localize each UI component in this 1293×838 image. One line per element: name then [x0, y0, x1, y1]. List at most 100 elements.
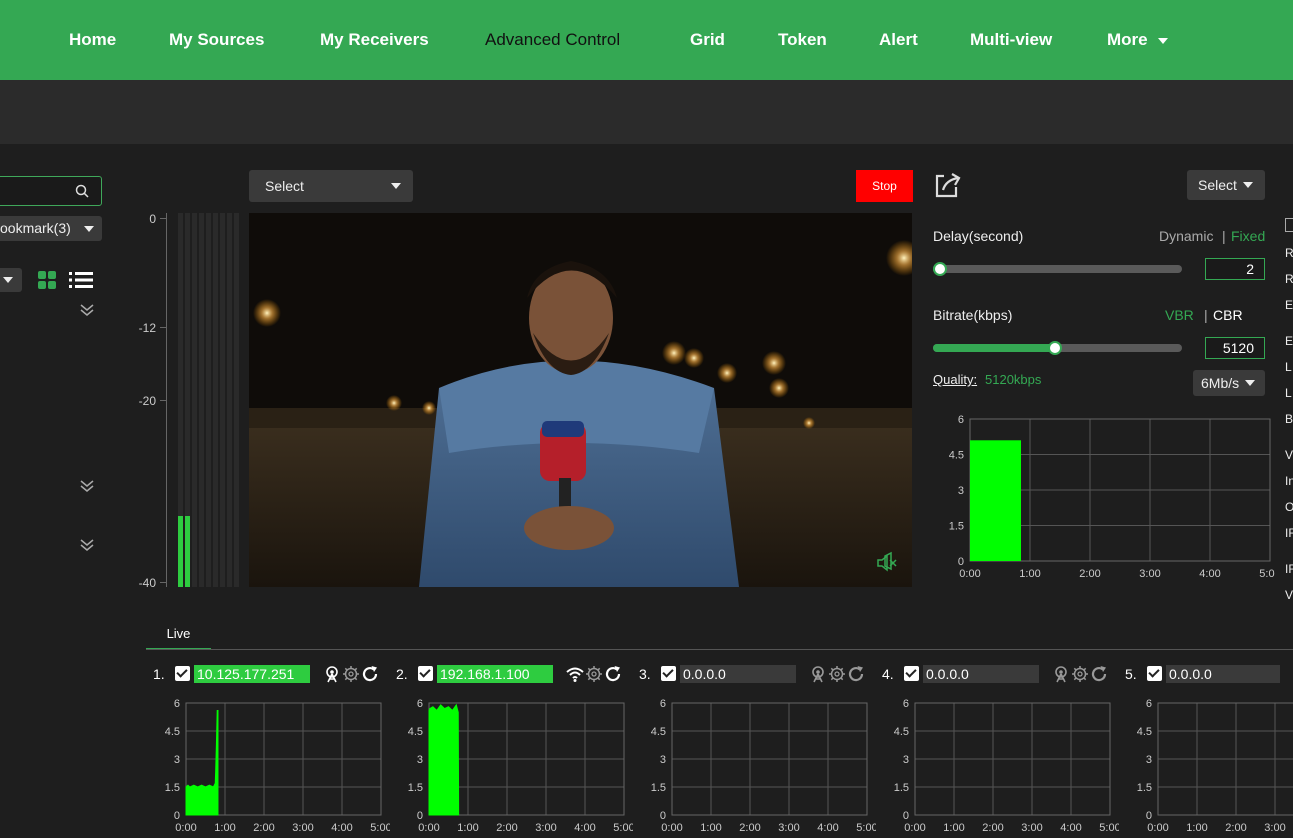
bitrate-mode-cbr[interactable]: CBR — [1213, 307, 1243, 323]
nav-advanced-control[interactable]: Advanced Control — [485, 30, 620, 50]
live-video[interactable] — [249, 213, 912, 587]
bitrate-area — [428, 703, 460, 816]
x-tick-label: 3:00 — [778, 822, 799, 834]
cut-checkbox[interactable] — [1285, 218, 1293, 232]
y-tick-label: 6 — [174, 698, 180, 710]
source-select[interactable]: Select — [249, 170, 413, 202]
vu-tick-12: -12 — [138, 321, 156, 335]
gear-icon[interactable] — [1071, 665, 1089, 683]
grid-view-icon[interactable] — [38, 271, 56, 289]
bitrate-slider-handle[interactable] — [1048, 341, 1062, 355]
nav-token[interactable]: Token — [778, 30, 827, 50]
y-tick-label: 3 — [417, 754, 423, 766]
receiver-ip[interactable]: 10.125.177.251 — [194, 665, 310, 683]
receiver-ip[interactable]: 0.0.0.0 — [923, 665, 1039, 683]
chart-grid — [914, 702, 1111, 816]
x-tick-label: 5:00 — [613, 822, 633, 834]
tab-live[interactable]: Live — [146, 626, 211, 650]
bitrate-bar — [970, 440, 1021, 561]
chevron-down-icon — [391, 183, 401, 189]
x-tick-label: 0:00 — [175, 822, 196, 834]
cut-letter: E — [1285, 298, 1293, 312]
receiver-checkbox[interactable] — [1147, 666, 1162, 681]
receiver-checkbox[interactable] — [661, 666, 676, 681]
y-tick-label: 3 — [958, 485, 964, 497]
expand-chevron-icon[interactable] — [80, 480, 94, 492]
bitrate-mode-vbr[interactable]: VBR — [1165, 307, 1194, 323]
bookmark-dropdown[interactable]: ookmark(3) — [0, 216, 102, 241]
receiver-number: 3. — [639, 666, 651, 682]
x-tick-label: 5:00 — [856, 822, 876, 834]
receiver-ip[interactable]: 0.0.0.0 — [1166, 665, 1280, 683]
receiver-ip[interactable]: 192.168.1.100 — [437, 665, 553, 683]
x-tick-label: 2:00 — [496, 822, 517, 834]
nav-home[interactable]: Home — [69, 30, 116, 50]
y-tick-label: 4.5 — [165, 726, 180, 738]
receiver-ip[interactable]: 0.0.0.0 — [680, 665, 796, 683]
expand-chevron-icon[interactable] — [80, 304, 94, 316]
sub-bar — [0, 80, 1293, 144]
quality-select[interactable]: 6Mb/s — [1193, 370, 1265, 396]
nav-more[interactable]: More — [1107, 30, 1169, 50]
gear-icon[interactable] — [828, 665, 846, 683]
receiver-4-chart: 0 1.5 3 4.5 6 0:00 1:00 2:00 3:00 4:00 5:00 — [894, 698, 1119, 834]
nav-alert[interactable]: Alert — [879, 30, 918, 50]
refresh-icon[interactable] — [604, 665, 622, 683]
receiver-2-chart: 0 1.5 3 4.5 6 0:00 1:00 2:00 3:00 4:00 5:00 — [408, 698, 633, 834]
y-tick-label: 3 — [903, 754, 909, 766]
x-tick-label: 1:00 — [214, 822, 235, 834]
cut-letter: O — [1285, 500, 1293, 514]
chart-grid — [1157, 702, 1293, 816]
nav-my-sources[interactable]: My Sources — [169, 30, 264, 50]
right-select[interactable]: Select — [1187, 170, 1265, 200]
chevron-down-icon — [3, 277, 13, 283]
vu-tick-0: 0 — [149, 212, 156, 226]
y-tick-label: 1.5 — [165, 782, 180, 794]
x-tick-label: 0:00 — [959, 568, 980, 580]
receiver-number: 1. — [153, 666, 165, 682]
antenna-icon — [323, 665, 341, 683]
x-tick-label: 0:00 — [1147, 822, 1168, 834]
bookmark-label: ookmark(3) — [0, 220, 71, 236]
stop-button[interactable]: Stop — [856, 170, 913, 202]
chevron-down-icon — [1243, 182, 1253, 188]
nav-more-label: More — [1107, 30, 1148, 49]
wifi-icon — [566, 665, 584, 683]
y-tick-label: 0 — [958, 556, 964, 568]
y-tick-label: 1.5 — [894, 782, 909, 794]
receiver-checkbox[interactable] — [175, 666, 190, 681]
expand-chevron-icon[interactable] — [80, 539, 94, 551]
gear-icon[interactable] — [585, 665, 603, 683]
nav-my-receivers[interactable]: My Receivers — [320, 30, 429, 50]
search-input[interactable] — [0, 176, 102, 206]
vu-tick-20: -20 — [138, 394, 156, 408]
x-tick-label: 2:00 — [982, 822, 1003, 834]
bitrate-value-input[interactable]: 5120 — [1205, 337, 1265, 359]
filter-dropdown[interactable] — [0, 268, 22, 292]
x-tick-label: 3:00 — [1139, 568, 1160, 580]
y-tick-label: 0 — [174, 810, 180, 822]
gear-icon[interactable] — [342, 665, 360, 683]
delay-mode-dynamic[interactable]: Dynamic — [1159, 228, 1213, 244]
y-tick-label: 0 — [1146, 810, 1152, 822]
y-tick-label: 4.5 — [1137, 726, 1152, 738]
list-view-icon[interactable] — [69, 271, 93, 289]
receiver-checkbox[interactable] — [904, 666, 919, 681]
refresh-icon[interactable] — [1090, 665, 1108, 683]
delay-value-input[interactable]: 2 — [1205, 258, 1265, 280]
y-tick-label: 4.5 — [651, 726, 666, 738]
x-tick-label: 2:00 — [253, 822, 274, 834]
delay-mode-fixed[interactable]: Fixed — [1231, 228, 1265, 244]
bitrate-label: Bitrate(kbps) — [933, 307, 1013, 323]
nav-multi-view[interactable]: Multi-view — [970, 30, 1052, 50]
mute-icon[interactable] — [876, 554, 898, 572]
x-tick-label: 4:00 — [331, 822, 352, 834]
x-tick-label: 3:00 — [1021, 822, 1042, 834]
quality-label[interactable]: Quality: — [933, 372, 977, 387]
refresh-icon[interactable] — [847, 665, 865, 683]
share-icon[interactable] — [934, 172, 962, 198]
delay-slider-handle[interactable] — [933, 262, 947, 276]
receiver-checkbox[interactable] — [418, 666, 433, 681]
nav-grid[interactable]: Grid — [690, 30, 725, 50]
refresh-icon[interactable] — [361, 665, 379, 683]
